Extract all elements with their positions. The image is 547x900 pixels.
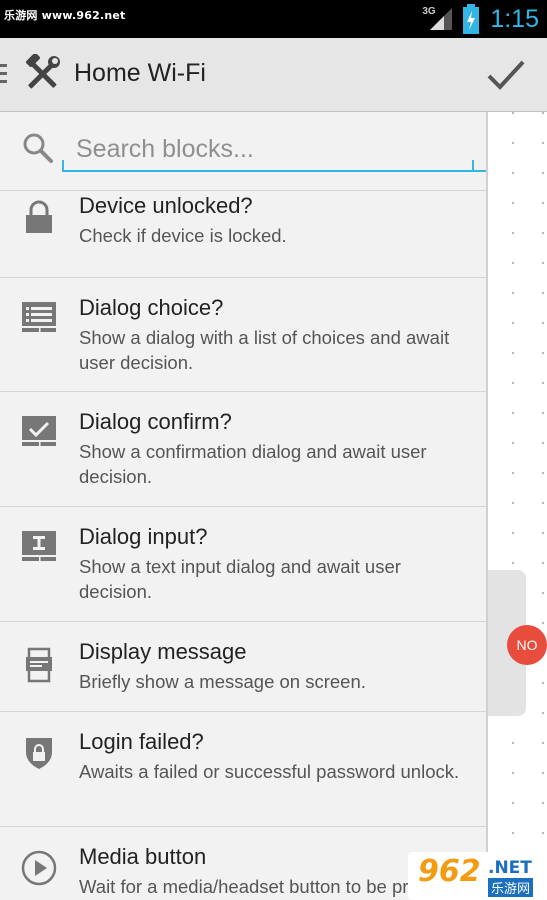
list-item[interactable]: Dialog choice? Show a dialog with a list… — [0, 278, 486, 392]
watermark-cn: 乐游网 — [488, 878, 534, 897]
search-underline-right — [472, 160, 474, 172]
message-icon — [26, 647, 52, 683]
list-item-description: Awaits a failed or successful password u… — [79, 761, 460, 782]
search-input[interactable] — [62, 128, 486, 172]
watermark-logo: 962 .NET 乐游网 — [408, 852, 547, 900]
list-item[interactable]: Dialog input? Show a text input dialog a… — [0, 507, 486, 622]
no-output-badge[interactable]: NO — [507, 625, 547, 665]
list-item-description: Show a confirmation dialog and await use… — [79, 441, 427, 487]
action-bar: Home Wi-Fi — [0, 38, 547, 112]
list-item-title: Dialog confirm? — [79, 409, 232, 434]
status-icons: 3G 1:15 — [422, 0, 547, 38]
tools-icon[interactable] — [22, 54, 62, 94]
list-dialog-icon — [22, 302, 56, 332]
list-item[interactable]: Display message Briefly show a message o… — [0, 622, 486, 712]
checkmark-icon[interactable] — [485, 54, 527, 96]
list-item-title: Login failed? — [79, 729, 204, 754]
confirm-dialog-icon — [22, 416, 56, 446]
play-icon — [21, 850, 57, 886]
signal-icon: 3G — [422, 0, 454, 38]
search-underline-left — [62, 160, 64, 172]
shield-lock-icon — [26, 738, 52, 769]
blocks-list: Device unlocked? Check if device is lock… — [0, 191, 486, 900]
list-item-title: Dialog choice? — [79, 295, 224, 320]
list-item-description: Show a dialog with a list of choices and… — [79, 327, 450, 373]
list-item[interactable]: Device unlocked? Check if device is lock… — [0, 191, 486, 278]
list-item-description: Check if device is locked. — [79, 225, 287, 246]
watermark-number: 962 — [418, 854, 481, 889]
watermark-text: 乐游网 www.962.net — [4, 9, 126, 22]
list-item-title: Dialog input? — [79, 524, 208, 549]
clock: 1:15 — [490, 4, 539, 33]
list-item-title: Device unlocked? — [79, 193, 253, 218]
blocks-drawer: Device unlocked? Check if device is lock… — [0, 112, 488, 900]
lock-icon — [26, 200, 52, 233]
search-bar — [0, 112, 486, 191]
list-item-title: Display message — [79, 639, 247, 664]
list-item[interactable]: Dialog confirm? Show a confirmation dial… — [0, 392, 486, 507]
battery-icon — [463, 4, 480, 34]
drawer-toggle-icon[interactable] — [0, 64, 7, 88]
block-canvas[interactable]: NO — [488, 112, 547, 900]
search-icon — [23, 133, 53, 163]
input-dialog-icon — [22, 531, 56, 561]
status-bar: 乐游网 www.962.net 3G 1:15 — [0, 0, 547, 38]
watermark-net: .NET — [488, 858, 532, 878]
list-item-description: Show a text input dialog and await user … — [79, 556, 401, 602]
list-item[interactable]: Login failed? Awaits a failed or success… — [0, 712, 486, 827]
list-item-description: Briefly show a message on screen. — [79, 671, 366, 692]
page-title: Home Wi-Fi — [74, 59, 206, 87]
